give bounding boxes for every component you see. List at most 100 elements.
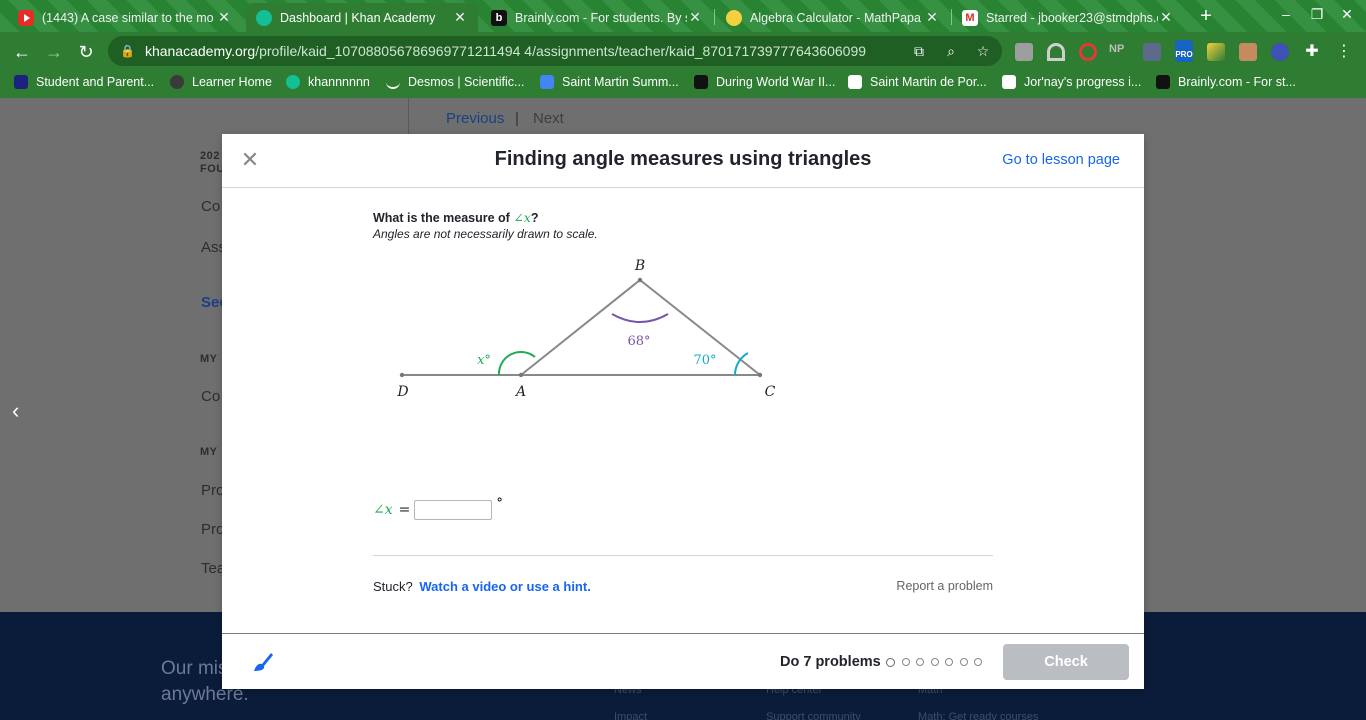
stuck-label: Stuck? bbox=[373, 579, 413, 594]
sidebar-fragment: MY bbox=[200, 353, 218, 365]
bookmarks-bar: Student and Parent... Learner Home khann… bbox=[0, 70, 1366, 98]
puzzle-icon[interactable]: ✚ bbox=[1303, 43, 1321, 61]
report-problem-link[interactable]: Report a problem bbox=[896, 579, 993, 593]
chevron-left-icon[interactable]: ‹ bbox=[12, 398, 19, 424]
extension-icon[interactable] bbox=[1271, 43, 1289, 61]
tab-brainly[interactable]: b Brainly.com - For students. By s ✕ bbox=[481, 3, 713, 32]
divider bbox=[373, 555, 993, 556]
browser-toolbar: ← → ↻ 🔒 khanacademy.org/profile/kaid_107… bbox=[0, 32, 1366, 70]
bookmark-star-icon[interactable]: ☆ bbox=[974, 42, 992, 60]
extension-icon[interactable] bbox=[1047, 43, 1065, 61]
degree-unit: ° bbox=[496, 495, 503, 511]
hint-link[interactable]: Watch a video or use a hint. bbox=[419, 579, 590, 594]
bookmark-item[interactable]: Learner Home bbox=[170, 75, 272, 89]
bookmark-label: Saint Martin de Por... bbox=[870, 75, 987, 89]
brainly-icon bbox=[694, 75, 708, 89]
tab-khan-academy[interactable]: Dashboard | Khan Academy ✕ bbox=[246, 3, 478, 32]
bookmark-icon bbox=[170, 75, 184, 89]
answer-input[interactable] bbox=[414, 500, 493, 520]
bookmark-item[interactable]: Student and Parent... bbox=[14, 75, 154, 89]
progress-dot bbox=[959, 658, 968, 666]
tab-mathpapa[interactable]: Algebra Calculator - MathPapa ✕ bbox=[716, 3, 950, 32]
kebab-menu-icon[interactable]: ⋮ bbox=[1335, 43, 1353, 61]
close-icon[interactable]: ✕ bbox=[687, 9, 703, 26]
khan-academy-icon bbox=[286, 75, 300, 89]
extension-icon[interactable] bbox=[1015, 43, 1033, 61]
close-icon[interactable]: ✕ bbox=[452, 9, 468, 26]
go-to-lesson-link[interactable]: Go to lesson page bbox=[1002, 152, 1120, 168]
divider bbox=[408, 98, 409, 134]
tab-title: Algebra Calculator - MathPapa bbox=[750, 10, 921, 25]
sidebar-fragment[interactable]: Co bbox=[201, 198, 220, 215]
url-text[interactable]: khanacademy.org/profile/kaid_10708805678… bbox=[145, 43, 901, 59]
zoom-icon[interactable]: ⌕ bbox=[942, 42, 960, 60]
modal-header: ✕ Finding angle measures using triangles… bbox=[222, 134, 1144, 188]
answer-equals: = bbox=[398, 502, 411, 518]
point-b bbox=[637, 277, 643, 283]
angle-b-arc bbox=[611, 313, 669, 323]
bookmark-item[interactable]: Desmos | Scientific... bbox=[386, 75, 524, 89]
tab-gmail[interactable]: M Starred - jbooker23@stmdphs.o ✕ bbox=[952, 3, 1184, 32]
footer-link[interactable]: Support community bbox=[766, 711, 861, 720]
new-tab-button[interactable]: + bbox=[1195, 5, 1217, 27]
footer-link[interactable]: Math: Get ready courses bbox=[918, 711, 1038, 720]
sidebar-fragment[interactable]: Pro bbox=[201, 521, 224, 538]
extension-pro-icon[interactable]: PRO bbox=[1175, 40, 1193, 62]
progress-dot bbox=[916, 658, 924, 666]
extension-icon[interactable] bbox=[1079, 43, 1097, 61]
bookmark-label: Jor'nay's progress i... bbox=[1024, 75, 1142, 89]
bookmark-item[interactable]: Jor'nay's progress i... bbox=[1002, 75, 1141, 89]
bookmark-icon bbox=[14, 75, 28, 89]
open-in-app-icon[interactable]: ⧉ bbox=[910, 42, 928, 60]
tab-title: (1443) A case similar to the mo bbox=[42, 10, 214, 25]
bookmark-label: Brainly.com - For st... bbox=[1178, 75, 1296, 89]
problem-goal-text: Do 7 problems bbox=[780, 654, 881, 670]
forward-arrow-icon[interactable]: → bbox=[42, 40, 66, 64]
progress-dot bbox=[974, 658, 982, 666]
bookmark-item[interactable]: During World War II... bbox=[694, 75, 835, 89]
close-icon[interactable]: ✕ bbox=[1158, 9, 1174, 26]
bookmark-item[interactable]: Saint Martin Summ... bbox=[540, 75, 679, 89]
bookmark-item[interactable]: khannnnnn bbox=[286, 75, 370, 89]
vertex-label-a: A bbox=[514, 384, 526, 400]
link-separator: | bbox=[515, 110, 519, 127]
bookmark-label: Desmos | Scientific... bbox=[408, 75, 525, 89]
vertex-label-d: D bbox=[396, 384, 408, 400]
lock-icon: 🔒 bbox=[120, 44, 135, 58]
previous-link[interactable]: Previous bbox=[446, 110, 504, 127]
tab-youtube[interactable]: (1443) A case similar to the mo ✕ bbox=[8, 3, 242, 32]
bookmark-item[interactable]: Brainly.com - For st... bbox=[1156, 75, 1296, 89]
tab-strip: (1443) A case similar to the mo ✕ Dashbo… bbox=[0, 0, 1366, 32]
close-icon[interactable]: ✕ bbox=[924, 9, 940, 26]
exercise-modal: ✕ Finding angle measures using triangles… bbox=[222, 134, 1144, 689]
minimize-icon[interactable]: – bbox=[1276, 6, 1296, 22]
back-arrow-icon[interactable]: ← bbox=[10, 40, 34, 64]
reload-icon[interactable]: ↻ bbox=[74, 40, 98, 64]
bookmark-label: khannnnnn bbox=[308, 75, 370, 89]
address-bar[interactable]: 🔒 khanacademy.org/profile/kaid_107088056… bbox=[108, 36, 1002, 66]
youtube-icon bbox=[18, 9, 34, 26]
scale-note: Angles are not necessarily drawn to scal… bbox=[373, 227, 598, 241]
url-path: /profile/kaid_107088056786969771211494 4… bbox=[255, 43, 867, 59]
footer-link[interactable]: Impact bbox=[614, 711, 647, 720]
angle-c-label: 70° bbox=[693, 353, 716, 368]
brainly-icon bbox=[1156, 75, 1170, 89]
progress-dots bbox=[886, 658, 989, 667]
bookmark-item[interactable]: Saint Martin de Por... bbox=[848, 75, 987, 89]
restore-icon[interactable]: ❐ bbox=[1307, 6, 1327, 23]
modal-footer: Do 7 problems Check bbox=[222, 634, 1144, 689]
sidebar-fragment[interactable]: Pro bbox=[201, 482, 224, 499]
answer-angle-label: ∠x bbox=[373, 502, 393, 518]
window-close-icon[interactable]: ✕ bbox=[1337, 6, 1357, 23]
next-link[interactable]: Next bbox=[533, 110, 564, 127]
extension-np-icon[interactable]: NP bbox=[1109, 43, 1127, 61]
check-button[interactable]: Check bbox=[1003, 644, 1129, 680]
close-icon[interactable]: ✕ bbox=[216, 9, 232, 26]
question-prefix: What is the measure of bbox=[373, 211, 510, 225]
extension-icon[interactable] bbox=[1207, 43, 1225, 61]
bookmark-label: Saint Martin Summ... bbox=[562, 75, 679, 89]
extension-icon[interactable] bbox=[1239, 43, 1257, 61]
scratchpad-pencil-icon[interactable] bbox=[250, 649, 276, 675]
sidebar-fragment[interactable]: Co bbox=[201, 388, 220, 405]
extension-icon[interactable] bbox=[1143, 43, 1161, 61]
